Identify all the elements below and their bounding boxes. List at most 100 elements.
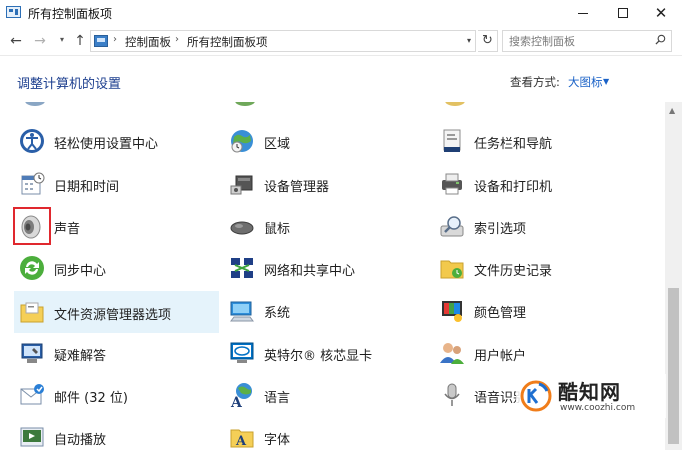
mouse-icon xyxy=(230,221,254,235)
item-label: 字体 xyxy=(264,433,291,448)
network-icon xyxy=(231,258,253,278)
item-label: 疑难解答 xyxy=(54,349,107,364)
scrollbar-thumb[interactable] xyxy=(668,288,679,444)
printer-icon xyxy=(442,173,462,195)
user-accounts-icon xyxy=(440,343,464,364)
close-button[interactable]: ✕ xyxy=(644,0,678,26)
close-icon: ✕ xyxy=(654,4,668,22)
item-label: 索引选项 xyxy=(474,222,527,237)
breadcrumb-all-items[interactable]: 所有控制面板项 xyxy=(187,34,268,50)
item-network-sharing[interactable]: 网络和共享中心 xyxy=(224,249,429,287)
item-user-accounts[interactable]: 用户帐户 xyxy=(434,334,639,372)
navigation-bar: ← → ▾ ↑ › 控制面板 › 所有控制面板项 ▾ ↻ xyxy=(0,26,682,56)
item-label: 自动播放 xyxy=(54,433,107,448)
item-date-time[interactable]: 日期和时间 xyxy=(14,165,219,203)
item-color-management[interactable]: 颜色管理 xyxy=(434,291,639,329)
item-label: 任务栏和导航 xyxy=(474,137,553,152)
item-file-explorer-options[interactable]: 文件资源管理器选项 xyxy=(14,291,219,333)
minimize-button[interactable] xyxy=(566,0,600,26)
minimize-icon xyxy=(578,12,588,14)
item-autoplay[interactable]: 自动播放 xyxy=(14,418,219,450)
item-label: 语言 xyxy=(264,391,291,406)
item-device-manager[interactable]: 设备管理器 xyxy=(224,165,429,203)
item-label: 鼠标 xyxy=(264,222,291,237)
view-by-dropdown[interactable]: 大图标 xyxy=(568,74,603,90)
partial-item-icon xyxy=(235,102,255,106)
item-troubleshooting[interactable]: 疑难解答 xyxy=(14,334,219,372)
item-label: 文件资源管理器选项 xyxy=(54,308,172,323)
item-label: 日期和时间 xyxy=(54,180,120,195)
region-icon xyxy=(231,130,253,153)
item-intel-graphics[interactable]: 英特尔® 核芯显卡 xyxy=(224,334,429,372)
item-devices-printers[interactable]: 设备和打印机 xyxy=(434,165,639,203)
sync-icon xyxy=(20,256,44,280)
autoplay-icon xyxy=(20,427,44,447)
watermark-name: 酷知网 xyxy=(558,380,621,404)
partial-item-icon xyxy=(445,102,465,106)
vertical-scrollbar[interactable]: ▲ xyxy=(665,102,682,450)
item-mail[interactable]: 邮件 (32 位) xyxy=(14,376,219,414)
item-mouse[interactable]: 鼠标 xyxy=(224,207,429,245)
item-label: 颜色管理 xyxy=(474,306,527,321)
breadcrumb-separator[interactable]: › xyxy=(113,34,117,45)
indexing-icon xyxy=(440,216,464,237)
item-ease-of-access[interactable]: 轻松使用设置中心 xyxy=(14,122,219,160)
troubleshooting-icon xyxy=(21,343,43,363)
title-bar: 所有控制面板项 ✕ xyxy=(0,0,682,26)
item-label: 邮件 (32 位) xyxy=(54,391,128,406)
fonts-icon: A xyxy=(230,429,254,449)
item-label: 轻松使用设置中心 xyxy=(54,137,159,152)
item-file-history[interactable]: 文件历史记录 xyxy=(434,249,639,287)
window-title: 所有控制面板项 xyxy=(28,7,113,21)
item-label: 网络和共享中心 xyxy=(264,264,356,279)
maximize-button[interactable] xyxy=(606,0,640,26)
mail-icon xyxy=(20,384,44,405)
refresh-button[interactable]: ↻ xyxy=(478,30,498,52)
item-taskbar-navigation[interactable]: 任务栏和导航 xyxy=(434,122,639,160)
item-label: 英特尔® 核芯显卡 xyxy=(264,349,373,364)
item-label: 设备和打印机 xyxy=(474,180,553,195)
item-system[interactable]: 系统 xyxy=(224,291,429,329)
calendar-clock-icon xyxy=(21,172,45,195)
content-header: 调整计算机的设置 查看方式: 大图标 ▼ xyxy=(0,56,682,102)
item-sync-center[interactable]: 同步中心 xyxy=(14,249,219,287)
recent-locations-button[interactable]: ▾ xyxy=(54,35,70,44)
color-management-icon xyxy=(442,301,462,322)
item-sound[interactable]: 声音 xyxy=(13,207,219,245)
refresh-icon: ↻ xyxy=(482,33,493,48)
view-by-caret-icon[interactable]: ▼ xyxy=(603,77,609,86)
breadcrumb-separator[interactable]: › xyxy=(175,34,179,45)
system-icon xyxy=(230,301,254,322)
maximize-icon xyxy=(618,8,628,18)
forward-button[interactable]: → xyxy=(32,33,48,49)
item-label: 声音 xyxy=(54,222,81,237)
watermark: 酷知网 www.coozhi.com xyxy=(516,374,666,418)
item-region[interactable]: 区域 xyxy=(224,122,429,160)
item-indexing-options[interactable]: 索引选项 xyxy=(434,207,639,245)
file-history-icon xyxy=(440,260,464,279)
coozhi-logo-icon xyxy=(520,380,552,412)
microphone-icon xyxy=(444,383,460,406)
back-button[interactable]: ← xyxy=(8,33,24,49)
item-label: 系统 xyxy=(264,306,291,321)
item-language[interactable]: A 语言 xyxy=(224,376,429,414)
address-dropdown-icon[interactable]: ▾ xyxy=(467,36,471,45)
svg-text:A: A xyxy=(230,395,243,409)
search-box[interactable] xyxy=(502,30,672,52)
address-bar[interactable]: › 控制面板 › 所有控制面板项 ▾ xyxy=(90,30,476,52)
item-label: 设备管理器 xyxy=(264,180,330,195)
scroll-up-icon[interactable]: ▲ xyxy=(669,106,675,115)
language-icon: A xyxy=(230,383,252,409)
up-button[interactable]: ↑ xyxy=(72,33,88,49)
view-by-label: 查看方式: xyxy=(510,75,560,89)
item-label: 文件历史记录 xyxy=(474,264,553,279)
intel-graphics-icon xyxy=(230,342,254,363)
breadcrumb-control-panel[interactable]: 控制面板 xyxy=(125,34,171,50)
item-label: 同步中心 xyxy=(54,264,107,279)
item-label: 用户帐户 xyxy=(474,349,527,364)
watermark-url: www.coozhi.com xyxy=(560,403,636,413)
search-input[interactable] xyxy=(509,33,649,49)
search-icon[interactable] xyxy=(655,34,666,45)
folder-options-icon xyxy=(20,302,44,323)
item-fonts[interactable]: A 字体 xyxy=(224,418,429,450)
